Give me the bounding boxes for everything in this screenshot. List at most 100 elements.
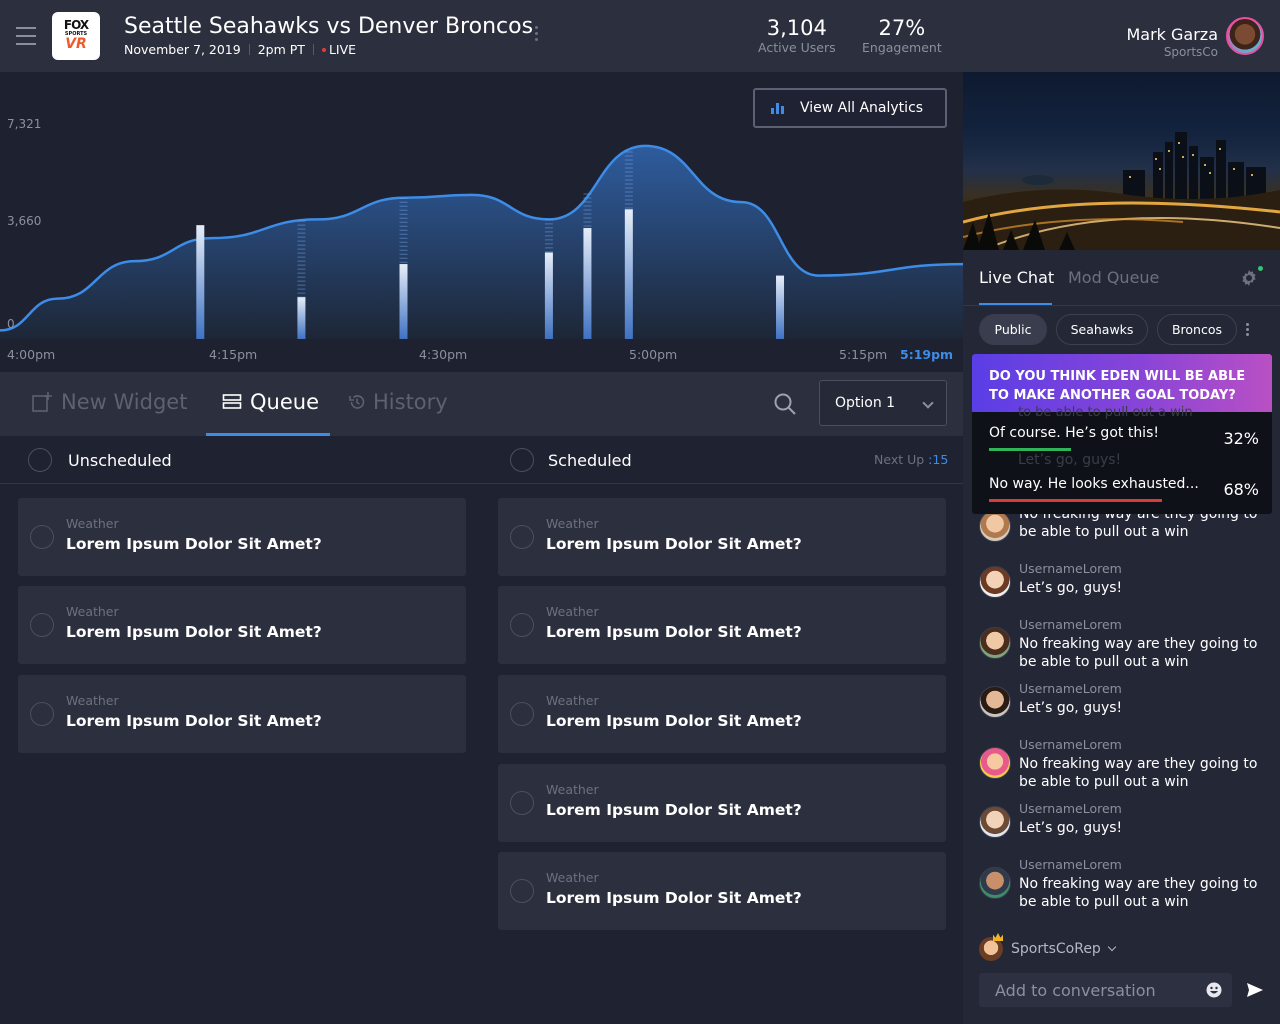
view-all-analytics-button[interactable]: View All Analytics	[753, 88, 947, 128]
x-tick-label: 5:15pm	[839, 347, 887, 362]
queue-card-question: Lorem Ipsum Dolor Sit Amet?	[66, 623, 322, 641]
stat-active-users: 3,104 Active Users	[758, 16, 836, 55]
chart-marker-bar[interactable]	[399, 264, 408, 339]
search-icon[interactable]	[773, 392, 797, 416]
queue-card-category: Weather	[546, 604, 599, 619]
filter-chip-broncos[interactable]: Broncos	[1157, 314, 1237, 345]
chat-username[interactable]: UsernameLorem	[1019, 737, 1122, 752]
queue-card-radio[interactable]	[30, 613, 54, 637]
event-title: Seattle Seahawks vs Denver Broncos	[124, 14, 534, 39]
city-skyline-image	[963, 132, 1280, 250]
more-options-icon[interactable]	[530, 26, 542, 46]
user-avatar[interactable]	[1226, 17, 1264, 55]
queue-card[interactable]: Weather Lorem Ipsum Dolor Sit Amet?	[498, 498, 946, 576]
current-time-label: 5:19pm	[900, 347, 953, 362]
chat-message-text: No freaking way are they going to be abl…	[1019, 756, 1258, 790]
chat-avatar[interactable]	[979, 566, 1011, 598]
queue-card-radio[interactable]	[510, 879, 534, 903]
queue-card-radio[interactable]	[510, 613, 534, 637]
chat-username[interactable]: UsernameLorem	[1019, 561, 1122, 576]
rep-identity-selector[interactable]: SportsCoRep	[979, 933, 1117, 961]
chat-avatar[interactable]	[979, 627, 1011, 659]
chat-message[interactable]: UsernameLorem No freaking way are they go…	[979, 857, 1269, 910]
chat-avatar[interactable]	[979, 806, 1011, 838]
select-all-unscheduled-radio[interactable]	[28, 448, 52, 472]
emoji-icon[interactable]	[1206, 982, 1222, 998]
chart-marker-bar[interactable]	[196, 225, 205, 339]
queue-card-category: Weather	[546, 782, 599, 797]
online-status-dot	[1258, 266, 1263, 271]
behind-poll-snippet: Let’s go, guys!	[1018, 452, 1122, 468]
chat-message-text: Let’s go, guys!	[1019, 820, 1123, 836]
queue-card-category: Weather	[546, 870, 599, 885]
poll-option-percent: 68%	[1223, 480, 1259, 499]
event-time: 2pm PT	[257, 42, 305, 57]
user-info[interactable]: Mark Garza SportsCo	[1126, 25, 1218, 59]
queue-card-category: Weather	[546, 693, 599, 708]
chat-username[interactable]: UsernameLorem	[1019, 617, 1122, 632]
poll-question: DO YOU THINK EDEN WILL BE ABLE TO MAKE A…	[972, 354, 1272, 412]
live-video-feed[interactable]	[963, 72, 1280, 250]
queue-card-question: Lorem Ipsum Dolor Sit Amet?	[66, 712, 322, 730]
poll-card[interactable]: DO YOU THINK EDEN WILL BE ABLE TO MAKE A…	[972, 354, 1272, 514]
queue-card-radio[interactable]	[30, 702, 54, 726]
chat-message[interactable]: UsernameLorem Let’s go, guys!	[979, 561, 1269, 609]
queue-card-radio[interactable]	[30, 525, 54, 549]
tab-new-widget[interactable]: New Widget	[32, 390, 187, 414]
select-all-scheduled-radio[interactable]	[510, 448, 534, 472]
tab-live-chat[interactable]: Live Chat	[979, 268, 1054, 287]
chat-message-text: No freaking way are they going to be abl…	[1019, 876, 1258, 910]
gear-icon[interactable]	[1239, 268, 1259, 288]
chat-avatar[interactable]	[979, 510, 1011, 542]
chat-message[interactable]: UsernameLorem No freaking way are they go…	[979, 737, 1269, 790]
poll-option-bar	[989, 499, 1162, 502]
filter-chip-public[interactable]: Public	[979, 314, 1047, 345]
event-meta: November 7, 2019 2pm PT LIVE	[124, 42, 356, 57]
chart-marker-bar[interactable]	[544, 252, 553, 339]
chat-username[interactable]: UsernameLorem	[1019, 681, 1122, 696]
chat-message[interactable]: UsernameLorem No freaking way are they go…	[979, 617, 1269, 670]
next-up-label: Next Up	[874, 452, 925, 467]
chat-message-text: Let’s go, guys!	[1019, 700, 1123, 716]
queue-card[interactable]: Weather Lorem Ipsum Dolor Sit Amet?	[498, 852, 946, 930]
more-filters-icon[interactable]	[1246, 323, 1250, 337]
tab-history[interactable]: History	[348, 390, 448, 414]
event-date: November 7, 2019	[124, 42, 241, 57]
chat-message[interactable]: UsernameLorem Let’s go, guys!	[979, 801, 1269, 849]
queue-card[interactable]: Weather Lorem Ipsum Dolor Sit Amet?	[498, 675, 946, 753]
option-select[interactable]: Option 1	[819, 380, 947, 426]
chart-marker-bar[interactable]	[624, 209, 633, 339]
filter-chip-seahawks[interactable]: Seahawks	[1056, 314, 1148, 345]
queue-card[interactable]: Weather Lorem Ipsum Dolor Sit Amet?	[498, 764, 946, 842]
queue-card[interactable]: Weather Lorem Ipsum Dolor Sit Amet?	[18, 586, 466, 664]
scheduled-title: Scheduled	[548, 451, 632, 470]
tab-queue[interactable]: Queue	[222, 390, 319, 414]
chart-marker-bar[interactable]	[297, 297, 306, 339]
queue-card-radio[interactable]	[510, 525, 534, 549]
chart-marker-bar[interactable]	[776, 275, 785, 339]
chat-message-text: Let’s go, guys!	[1019, 580, 1123, 596]
send-icon[interactable]	[1246, 981, 1264, 999]
menu-icon[interactable]	[16, 27, 36, 45]
chat-message[interactable]: UsernameLorem Let’s go, guys!	[979, 681, 1269, 729]
poll-option-text: Of course. He’s got this!	[989, 425, 1159, 441]
queue-card-radio[interactable]	[510, 702, 534, 726]
queue-card[interactable]: Weather Lorem Ipsum Dolor Sit Amet?	[498, 586, 946, 664]
chat-input[interactable]	[979, 973, 1232, 1007]
tab-mod-queue[interactable]: Mod Queue	[1068, 268, 1159, 287]
meta-divider	[248, 44, 250, 55]
chat-username[interactable]: UsernameLorem	[1019, 857, 1122, 872]
chart-marker-bar[interactable]	[583, 228, 592, 339]
chat-avatar[interactable]	[979, 747, 1011, 779]
queue-card[interactable]: Weather Lorem Ipsum Dolor Sit Amet?	[18, 498, 466, 576]
queue-card-question: Lorem Ipsum Dolor Sit Amet?	[66, 535, 322, 553]
chat-avatar[interactable]	[979, 867, 1011, 899]
queue-card-radio[interactable]	[510, 791, 534, 815]
fox-sports-vr-logo[interactable]: FOX SPORTS VR	[52, 12, 100, 60]
rep-name: SportsCoRep	[1011, 941, 1101, 957]
behind-poll-snippet: to be able to pull out a win	[1018, 405, 1193, 420]
queue-card[interactable]: Weather Lorem Ipsum Dolor Sit Amet?	[18, 675, 466, 753]
chat-avatar[interactable]	[979, 686, 1011, 718]
meta-divider	[312, 44, 314, 55]
chat-username[interactable]: UsernameLorem	[1019, 801, 1122, 816]
